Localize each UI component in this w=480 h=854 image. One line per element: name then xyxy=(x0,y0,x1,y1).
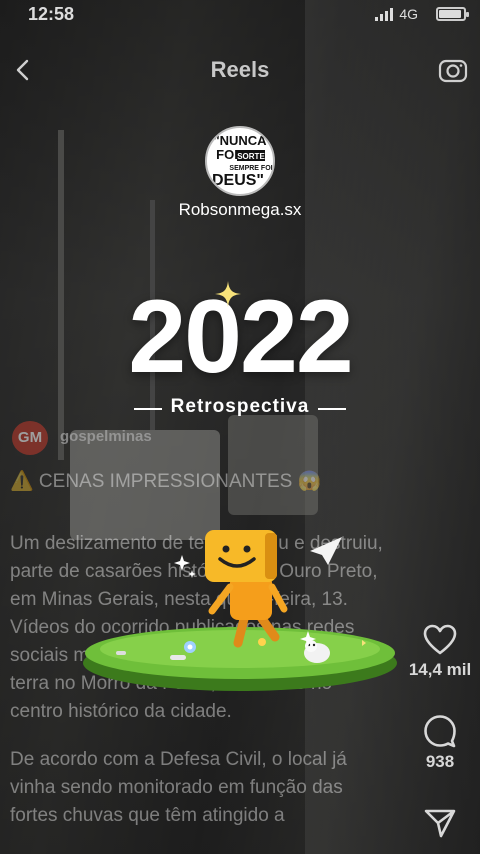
sparkle-icon xyxy=(215,281,241,307)
status-time: 12:58 xyxy=(28,4,75,24)
svg-text:SORTE: SORTE xyxy=(237,152,265,161)
post-paragraph: De acordo com a Defesa Civil, o local já… xyxy=(10,749,347,826)
comment-action[interactable]: 938 xyxy=(400,714,480,772)
post-headline: ⚠️ CENAS IMPRESSIONANTES 😱 xyxy=(10,471,322,492)
svg-text:DEUS": DEUS" xyxy=(212,172,264,189)
battery-icon xyxy=(436,7,469,21)
avatar: GM xyxy=(12,421,48,455)
profile-logo[interactable]: "NUNCA FOI SORTE SEMPRE FOI DEUS" xyxy=(205,126,275,196)
svg-text:FOI: FOI xyxy=(216,147,238,162)
camera-icon[interactable] xyxy=(438,55,468,85)
status-bar: 12:58 4G xyxy=(0,0,480,30)
logo-artwork: "NUNCA FOI SORTE SEMPRE FOI DEUS" xyxy=(212,133,273,189)
comment-icon[interactable] xyxy=(423,714,457,748)
page-title: Reels xyxy=(210,57,270,82)
send-icon[interactable] xyxy=(424,808,456,838)
svg-text:"NUNCA: "NUNCA xyxy=(213,133,267,148)
like-action[interactable]: 14,4 mil xyxy=(400,624,480,680)
divider xyxy=(318,408,346,410)
network-indicator: 4G xyxy=(375,6,418,22)
share-action[interactable] xyxy=(400,808,480,838)
heart-icon[interactable] xyxy=(423,624,457,656)
like-count: 14,4 mil xyxy=(408,660,472,679)
svg-text:SEMPRE FOI: SEMPRE FOI xyxy=(229,165,272,172)
post-account: gospelminas xyxy=(60,428,152,445)
character-scene xyxy=(83,530,397,691)
retrospective-subtitle: Retrospectiva xyxy=(170,396,310,417)
network-type: 4G xyxy=(399,6,418,22)
signal-icon xyxy=(375,7,394,21)
comment-count: 938 xyxy=(425,752,455,771)
username[interactable]: Robsonmega.sx xyxy=(0,200,480,220)
